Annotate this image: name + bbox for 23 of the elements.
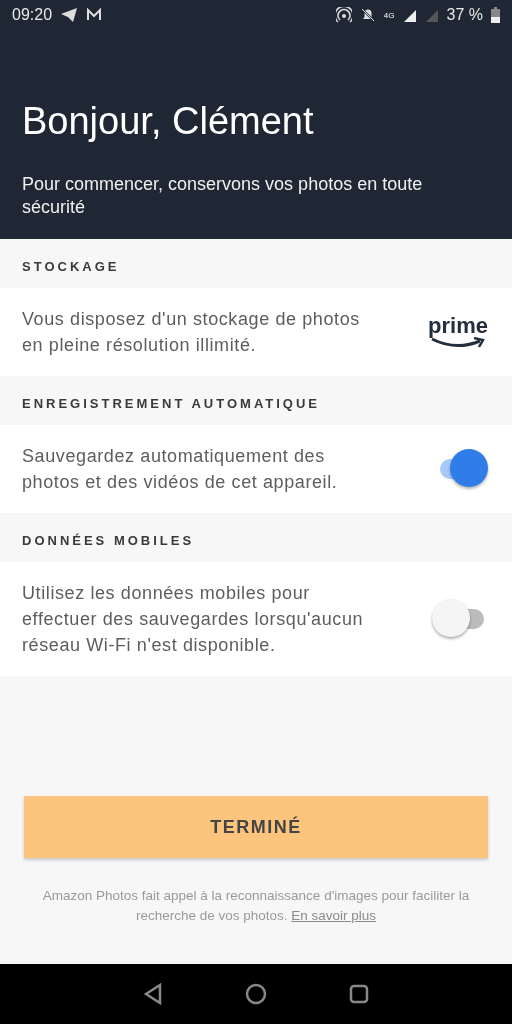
battery-icon (491, 7, 500, 23)
greeting-title: Bonjour, Clément (22, 100, 315, 143)
done-button[interactable]: TERMINÉ (24, 796, 488, 858)
network-type: 4G (383, 10, 395, 20)
bell-off-icon (359, 7, 376, 23)
setting-description: Vous disposez d'un stockage de photos en pleine résolution illimité. (22, 308, 361, 357)
setting-description: Sauvegardez automatiquement des photos et des vidéos de cet appareil. (22, 445, 339, 494)
back-icon[interactable] (143, 983, 163, 1005)
prime-logo: prime (428, 315, 488, 349)
paper-plane-icon (60, 7, 79, 23)
section-label: STOCKAGE (21, 258, 121, 276)
recents-icon[interactable] (349, 984, 369, 1004)
hotspot-icon (335, 7, 352, 23)
greeting-subtitle: Pour commencer, conservons vos photos en toute sécurité (22, 173, 424, 219)
status-time: 09:20 (12, 6, 53, 24)
footer-note: Amazon Photos fait appel à la reconnaissance d'images pour faciliter la recherche de vos photos. En savoir plus (41, 887, 471, 925)
section-label: ENREGISTREMENT AUTOMATIQUE (21, 395, 322, 413)
section-label: DONNÉES MOBILES (21, 532, 196, 550)
mail-icon (86, 8, 103, 22)
setting-description: Utilisez les données mobiles pour effectuer des sauvegardes lorsqu'aucun réseau Wi-Fi n'est disponible. (22, 582, 365, 657)
learn-more-link[interactable]: En savoir plus (291, 908, 377, 923)
battery-percent: 37 % (446, 6, 483, 24)
home-icon[interactable] (245, 983, 267, 1005)
